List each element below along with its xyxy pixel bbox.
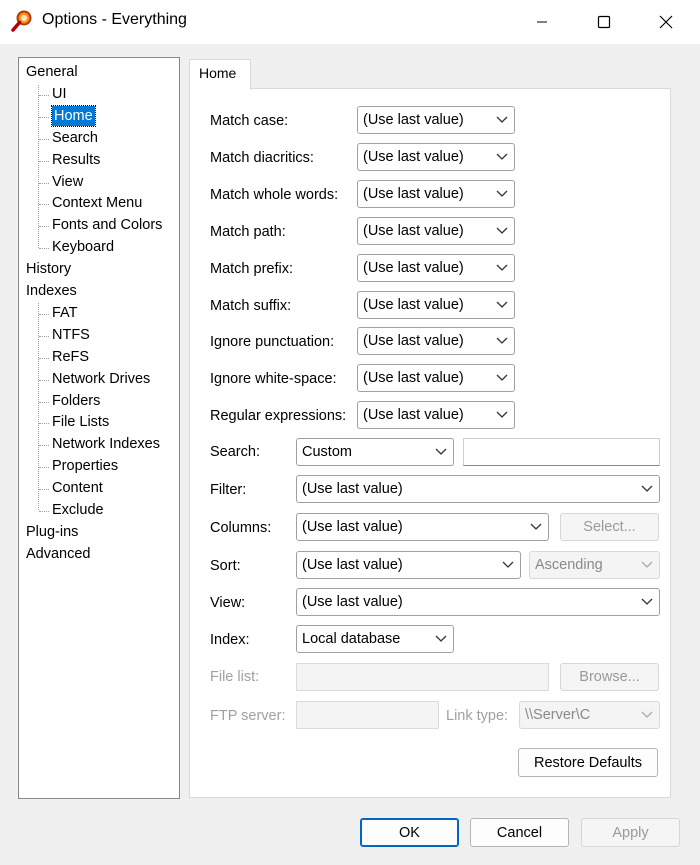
match-option-label: Match prefix:: [210, 260, 293, 277]
chevron-down-icon: [435, 448, 447, 455]
tree-item-network-drives[interactable]: Network Drives: [52, 369, 150, 389]
match-option-select[interactable]: (Use last value): [357, 327, 515, 356]
chevron-down-icon: [502, 561, 514, 568]
window-title: Options - Everything: [42, 11, 187, 28]
match-option-select[interactable]: (Use last value): [357, 179, 515, 208]
cancel-button[interactable]: Cancel: [470, 818, 569, 847]
tree-item-ntfs[interactable]: NTFS: [52, 325, 90, 345]
chevron-down-icon: [496, 116, 508, 123]
link-type-select[interactable]: \\Server\C: [519, 701, 660, 729]
chevron-down-icon: [496, 227, 508, 234]
chevron-down-icon: [496, 153, 508, 160]
chevron-down-icon: [641, 561, 653, 568]
tree-item-fat[interactable]: FAT: [52, 303, 78, 323]
chevron-down-icon: [641, 711, 653, 718]
columns-label: Columns:: [210, 520, 272, 536]
match-option-label: Match suffix:: [210, 297, 292, 314]
ok-button[interactable]: OK: [360, 818, 459, 847]
chevron-down-icon: [496, 190, 508, 197]
columns-select[interactable]: (Use last value): [296, 513, 549, 541]
chevron-down-icon: [496, 301, 508, 308]
search-text-input[interactable]: [463, 438, 660, 466]
tree-item-home[interactable]: Home: [51, 104, 96, 127]
chevron-down-icon: [641, 485, 653, 492]
file-list-label: File list:: [210, 669, 260, 685]
index-select[interactable]: Local database: [296, 625, 454, 653]
restore-defaults-button[interactable]: Restore Defaults: [518, 748, 658, 777]
sort-label: Sort:: [210, 558, 241, 574]
tree-item-ui[interactable]: UI: [52, 84, 67, 104]
browse-button[interactable]: Browse...: [560, 663, 659, 691]
tree-item-fonts-and-colors[interactable]: Fonts and Colors: [52, 215, 162, 235]
tree-item-exclude[interactable]: Exclude: [52, 500, 104, 520]
tree-item-refs[interactable]: ReFS: [52, 347, 89, 367]
ftp-server-input[interactable]: [296, 701, 439, 729]
sort-order-select[interactable]: Ascending: [529, 551, 660, 579]
tree-item-keyboard[interactable]: Keyboard: [52, 237, 114, 257]
tree-item-indexes[interactable]: Indexes: [26, 281, 77, 301]
chevron-down-icon: [496, 374, 508, 382]
filter-label: Filter:: [210, 482, 247, 498]
match-option-label: Ignore white-space:: [210, 371, 337, 388]
tree-item-context-menu[interactable]: Context Menu: [52, 193, 142, 213]
match-option-select[interactable]: (Use last value): [357, 364, 515, 393]
match-option-select[interactable]: (Use last value): [357, 216, 515, 245]
tree-item-history[interactable]: History: [26, 259, 71, 279]
match-option-select[interactable]: (Use last value): [357, 253, 515, 282]
tree-item-properties[interactable]: Properties: [52, 456, 118, 476]
match-option-label: Match whole words:: [210, 186, 339, 203]
ftp-server-label: FTP server:: [210, 708, 286, 724]
magnifier-app-icon: [10, 9, 34, 33]
minimize-button[interactable]: [519, 0, 565, 44]
tree-item-general[interactable]: General: [26, 62, 78, 82]
match-option-label: Match case:: [210, 113, 289, 129]
tree-item-folders[interactable]: Folders: [52, 391, 100, 411]
match-option-select[interactable]: (Use last value): [357, 106, 515, 134]
tree-item-network-indexes[interactable]: Network Indexes: [52, 434, 160, 454]
match-option-select[interactable]: (Use last value): [357, 142, 515, 171]
title-bar: Options - Everything: [0, 0, 700, 44]
match-option-select[interactable]: (Use last value): [357, 401, 515, 430]
match-option-label: Match path:: [210, 223, 286, 240]
index-label: Index:: [210, 632, 250, 648]
tree-item-plug-ins[interactable]: Plug-ins: [26, 522, 78, 542]
close-button[interactable]: [643, 0, 689, 44]
tree-item-search[interactable]: Search: [52, 128, 98, 148]
tree-item-advanced[interactable]: Advanced: [26, 544, 91, 564]
view-label: View:: [210, 595, 246, 611]
tree-item-file-lists[interactable]: File Lists: [52, 412, 109, 432]
maximize-button[interactable]: [581, 0, 627, 44]
match-option-label: Match diacritics:: [210, 149, 314, 166]
tab-home-label: Home: [199, 65, 237, 81]
file-list-input[interactable]: [296, 663, 549, 691]
options-tree[interactable]: General UI Home Search Results View Context Me…: [18, 57, 180, 799]
select-columns-button[interactable]: Select...: [560, 513, 659, 541]
match-option-select[interactable]: (Use last value): [357, 290, 515, 319]
match-option-label: Regular expressions:: [210, 408, 347, 425]
tree-item-content[interactable]: Content: [52, 478, 103, 498]
search-label: Search:: [210, 444, 260, 460]
sort-select[interactable]: (Use last value): [296, 551, 521, 579]
tree-item-results[interactable]: Results: [52, 150, 100, 170]
chevron-down-icon: [496, 264, 508, 271]
link-type-label: Link type:: [446, 708, 509, 724]
chevron-down-icon: [530, 523, 542, 530]
chevron-down-icon: [496, 411, 508, 419]
tree-item-view[interactable]: View: [52, 172, 83, 192]
chevron-down-icon: [496, 337, 508, 345]
search-select[interactable]: Custom: [296, 438, 454, 466]
chevron-down-icon: [435, 635, 447, 642]
chevron-down-icon: [641, 598, 653, 605]
view-select[interactable]: (Use last value): [296, 588, 660, 616]
apply-button[interactable]: Apply: [581, 818, 680, 847]
match-option-label: Ignore punctuation:: [210, 334, 335, 351]
filter-select[interactable]: (Use last value): [296, 475, 660, 503]
